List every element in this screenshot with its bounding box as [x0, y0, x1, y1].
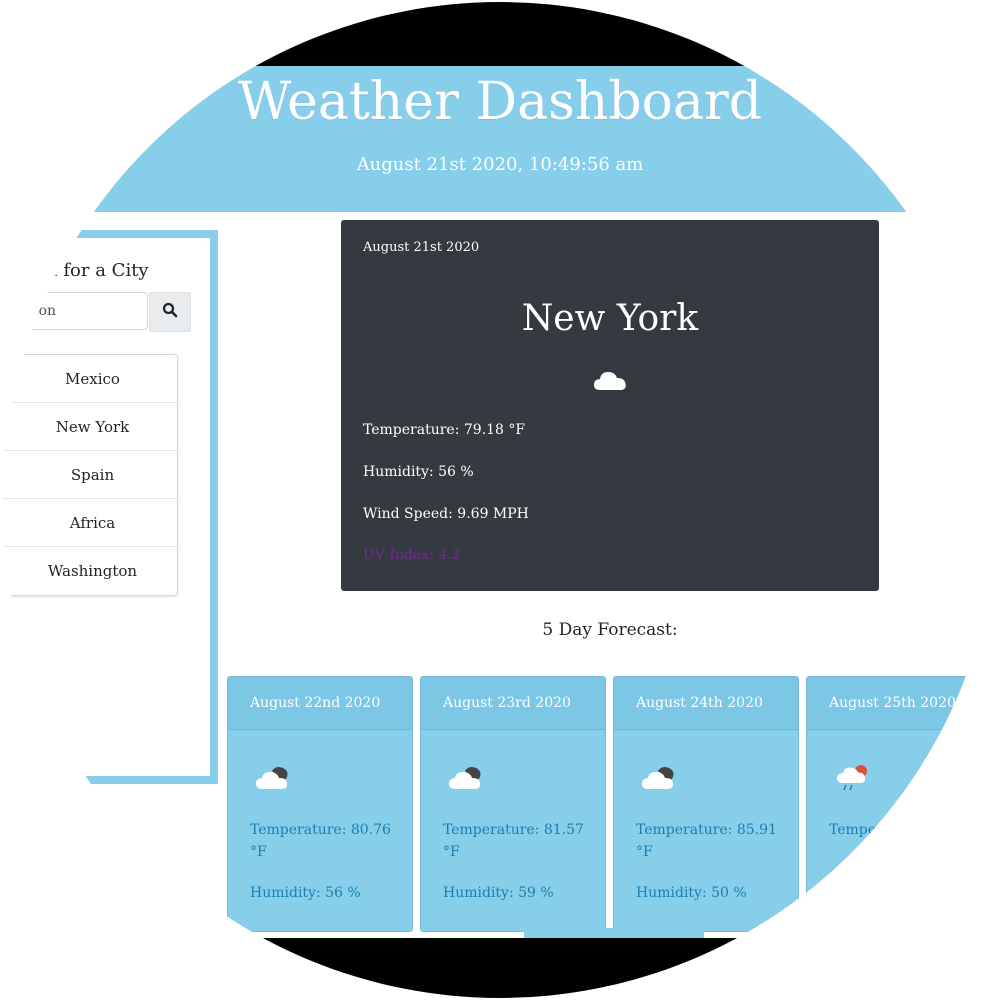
city-item-africa[interactable]: Africa — [2, 499, 177, 547]
forecast-card: August 23rd 2020 Temperature: 81.57 °F H… — [420, 676, 606, 932]
current-weather-card: August 21st 2020 New York Temperature: 7… — [341, 220, 879, 591]
cloudy-icon — [256, 763, 296, 793]
cloudy-icon — [449, 763, 489, 793]
forecast-card: August 22nd 2020 Temperature: 80.76 °F H… — [227, 676, 413, 932]
city-item-mexico[interactable]: Mexico — [2, 355, 177, 403]
search-icon — [162, 302, 178, 322]
page-header: Weather Dashboard August 21st 2020, 10:4… — [2, 66, 998, 212]
current-temperature: Temperature: 79.18 °F — [363, 422, 526, 438]
forecast-date: August 22nd 2020 — [228, 677, 412, 730]
current-humidity: Humidity: 56 % — [363, 464, 474, 480]
search-heading: ch for a City — [36, 260, 149, 281]
forecast-date: August 23rd 2020 — [421, 677, 605, 730]
top-border — [2, 2, 998, 66]
search-panel: ch for a City Mexico New York Spain Afri… — [2, 230, 218, 784]
search-button[interactable] — [149, 292, 191, 332]
page-title: Weather Dashboard — [237, 72, 763, 132]
city-search-input[interactable] — [2, 292, 148, 330]
current-city-name: New York — [521, 298, 699, 339]
bottom-border — [2, 938, 998, 998]
current-uv-index: UV Index: 4.2 — [363, 547, 461, 563]
current-datetime: August 21st 2020, 10:49:56 am — [356, 154, 644, 175]
current-wind-speed: Wind Speed: 9.69 MPH — [363, 506, 529, 522]
forecast-humidity: Humidity: 59 % — [443, 885, 554, 901]
forecast-date: August 25th 2020 — [807, 677, 991, 730]
city-item-spain[interactable]: Spain — [2, 451, 177, 499]
city-item-new-york[interactable]: New York — [2, 403, 177, 451]
cloud-icon — [592, 366, 630, 396]
city-item-washington[interactable]: Washington — [2, 547, 177, 595]
forecast-temperature: Temperature: 80.76 °F — [250, 822, 391, 860]
forecast-humidity: Humidity: 50 % — [636, 885, 747, 901]
screenshot-frame: Weather Dashboard August 21st 2020, 10:4… — [2, 2, 998, 998]
forecast-temperature: Tempe — [829, 822, 877, 838]
forecast-temperature: Temperature: 81.57 °F — [443, 822, 584, 860]
forecast-card: August 24th 2020 Temperature: 85.91 °F H… — [613, 676, 799, 932]
search-history-list: Mexico New York Spain Africa Washington — [2, 354, 178, 596]
current-date: August 21st 2020 — [363, 240, 480, 255]
rain-icon — [837, 763, 877, 793]
forecast-heading: 5 Day Forecast: — [542, 620, 678, 640]
forecast-date: August 24th 2020 — [614, 677, 798, 730]
forecast-temperature: Temperature: 85.91 °F — [636, 822, 777, 860]
forecast-card: August 25th 2020 Tempe — [806, 676, 992, 932]
forecast-humidity: Humidity: 56 % — [250, 885, 361, 901]
cloudy-icon — [642, 763, 682, 793]
